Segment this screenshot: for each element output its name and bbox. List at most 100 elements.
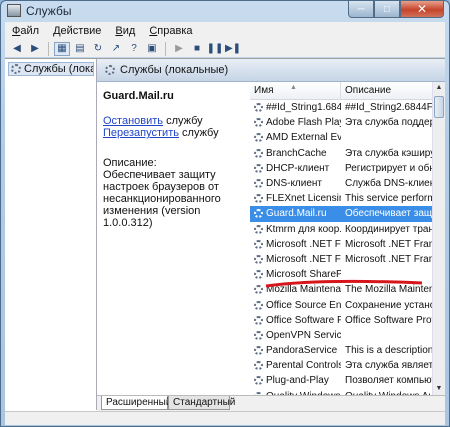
services-app-icon <box>7 4 21 17</box>
service-description-cell: Координирует транзак <box>345 223 433 235</box>
service-row[interactable]: Adobe Flash Play... Эта служба поддержив <box>250 115 433 130</box>
service-gear-icon <box>254 315 263 325</box>
service-description-cell: The Mozilla Maintenanc <box>345 284 433 296</box>
service-description-cell: Обеспечивает защиту <box>345 208 433 220</box>
service-name: DHCP-клиент <box>266 162 330 174</box>
service-gear-icon <box>254 239 263 249</box>
window-title: Службы <box>26 4 72 18</box>
start-service-icon[interactable]: ▶ <box>171 42 187 56</box>
service-name-cell: PandoraService <box>250 345 341 356</box>
services-list: ▲ Имя Описание ##Id_String1.6844...##Id_… <box>250 82 445 395</box>
list-header: ▲ Имя Описание <box>250 82 433 100</box>
service-description-cell: Позволяет компьютер <box>345 375 433 387</box>
service-row[interactable]: Microsoft .NET Fr... Microsoft .NET Frame… <box>250 252 433 267</box>
service-row[interactable]: Mozilla Maintena... The Mozilla Maintenan… <box>250 282 433 297</box>
tab-standard[interactable]: Стандартный <box>168 396 235 410</box>
service-name-cell: Plug-and-Play <box>250 375 341 386</box>
scrollbar-thumb[interactable] <box>434 96 444 118</box>
minimize-icon: ─ <box>357 3 365 15</box>
service-name: Microsoft SharePo... <box>266 269 341 281</box>
help-icon[interactable]: ? <box>126 42 142 56</box>
service-row[interactable]: Guard.Mail.ru Обеспечивает защиту <box>250 206 433 222</box>
service-gear-icon <box>254 376 263 386</box>
close-icon: ✕ <box>416 2 428 16</box>
service-row[interactable]: Office Source En... Сохранение установоч <box>250 297 433 312</box>
service-row[interactable]: OpenVPN Service <box>250 328 433 343</box>
refresh-icon[interactable]: ↻ <box>90 42 106 56</box>
service-name-cell: Office Software Pr... <box>250 315 341 326</box>
service-gear-icon <box>254 194 263 204</box>
vertical-scrollbar[interactable]: ▲ ▼ <box>432 82 445 395</box>
menu-view[interactable]: Вид <box>108 25 142 37</box>
toolbar-separator <box>48 41 49 56</box>
menu-file[interactable]: Файл <box>5 25 46 37</box>
services-window: Службы ─ □ ✕ Файл Действие Вид Справка ◀… <box>0 0 450 427</box>
column-header-name[interactable]: ▲ Имя <box>250 82 341 99</box>
service-gear-icon <box>254 148 263 158</box>
service-description-cell: Эта служба кэширует с <box>345 147 433 159</box>
service-gear-icon <box>254 346 263 356</box>
scroll-down-icon[interactable]: ▼ <box>433 383 445 395</box>
service-gear-icon <box>254 361 263 371</box>
view-icon[interactable]: ▣ <box>144 42 160 56</box>
menu-help[interactable]: Справка <box>142 25 199 37</box>
service-row[interactable]: DHCP-клиент Регистрирует и обнова <box>250 161 433 176</box>
service-gear-icon <box>254 300 263 310</box>
service-row[interactable]: DNS-клиент Служба DNS-клиента ( <box>250 176 433 191</box>
service-row[interactable]: BranchCache Эта служба кэширует с <box>250 146 433 161</box>
tab-extended[interactable]: Расширенный <box>101 396 171 410</box>
service-row[interactable]: Plug-and-Play Позволяет компьютер <box>250 373 433 388</box>
pause-service-icon[interactable]: ❚❚ <box>207 42 224 56</box>
service-description-cell: ##Id_String2.6844F930_1 <box>345 102 433 114</box>
service-name: Office Software Pr... <box>266 314 341 326</box>
services-gear-icon <box>11 64 21 74</box>
service-gear-icon <box>254 209 263 219</box>
service-gear-icon <box>254 118 263 128</box>
service-row[interactable]: Ktmrm для коор... Координирует транзак <box>250 222 433 237</box>
close-button[interactable]: ✕ <box>400 1 444 18</box>
service-row[interactable]: Microsoft SharePo... <box>250 267 433 282</box>
service-name-cell: AMD External Eve... <box>250 132 341 143</box>
forward-icon[interactable]: ▶ <box>27 42 43 56</box>
stop-service-icon[interactable]: ■ <box>189 42 205 56</box>
service-name: OpenVPN Service <box>266 329 341 341</box>
restart-service-link[interactable]: Перезапустить <box>103 127 179 139</box>
service-gear-icon <box>254 254 263 264</box>
service-row[interactable]: Office Software Pr... Office Software Pro… <box>250 313 433 328</box>
stop-suffix: службу <box>163 115 203 127</box>
service-name-cell: ##Id_String1.6844... <box>250 102 341 113</box>
service-description-cell: Регистрирует и обнова <box>345 162 433 174</box>
view-tabs: Расширенный Стандартный <box>97 395 445 412</box>
service-name: PandoraService <box>266 345 338 357</box>
export-list-icon[interactable]: ↗ <box>108 42 124 56</box>
service-row[interactable]: ##Id_String1.6844... ##Id_String2.6844F93… <box>250 100 433 115</box>
service-row[interactable]: AMD External Eve... <box>250 130 433 145</box>
service-name-cell: Ktmrm для коор... <box>250 224 341 235</box>
service-gear-icon <box>254 103 263 113</box>
console-tree-icon[interactable]: ▦ <box>54 41 70 56</box>
minimize-button[interactable]: ─ <box>348 1 374 18</box>
title-bar[interactable]: Службы ─ □ ✕ <box>1 1 449 21</box>
properties-icon[interactable]: ▤ <box>72 42 88 56</box>
column-name-label: Имя <box>254 85 274 96</box>
list-rows: ##Id_String1.6844... ##Id_String2.6844F93… <box>250 100 433 395</box>
service-name: AMD External Eve... <box>266 132 341 144</box>
tree-item-local-services[interactable]: Службы (локалы <box>8 62 94 76</box>
service-name-cell: Microsoft SharePo... <box>250 269 341 280</box>
pane-title: Службы (локальные) <box>120 64 229 76</box>
maximize-icon: □ <box>383 3 391 15</box>
selected-service-name: Guard.Mail.ru <box>103 90 174 102</box>
scroll-up-icon[interactable]: ▲ <box>433 82 445 94</box>
column-header-description[interactable]: Описание <box>341 82 433 99</box>
back-icon[interactable]: ◀ <box>9 42 25 56</box>
service-row[interactable]: Parental Controls Эта служба является за <box>250 358 433 373</box>
service-row[interactable]: FLEXnet Licensing... This service perform… <box>250 191 433 206</box>
service-name: Mozilla Maintena... <box>266 284 341 296</box>
service-row[interactable]: PandoraService This is a description for <box>250 343 433 358</box>
restart-service-icon[interactable]: ▶❚ <box>225 42 241 56</box>
service-description-cell: Эта служба поддержив <box>345 117 433 129</box>
stop-service-link[interactable]: Остановить <box>103 115 163 127</box>
maximize-button[interactable]: □ <box>374 1 400 18</box>
menu-action[interactable]: Действие <box>46 25 108 37</box>
service-row[interactable]: Microsoft .NET Fr... Microsoft .NET Frame… <box>250 237 433 252</box>
